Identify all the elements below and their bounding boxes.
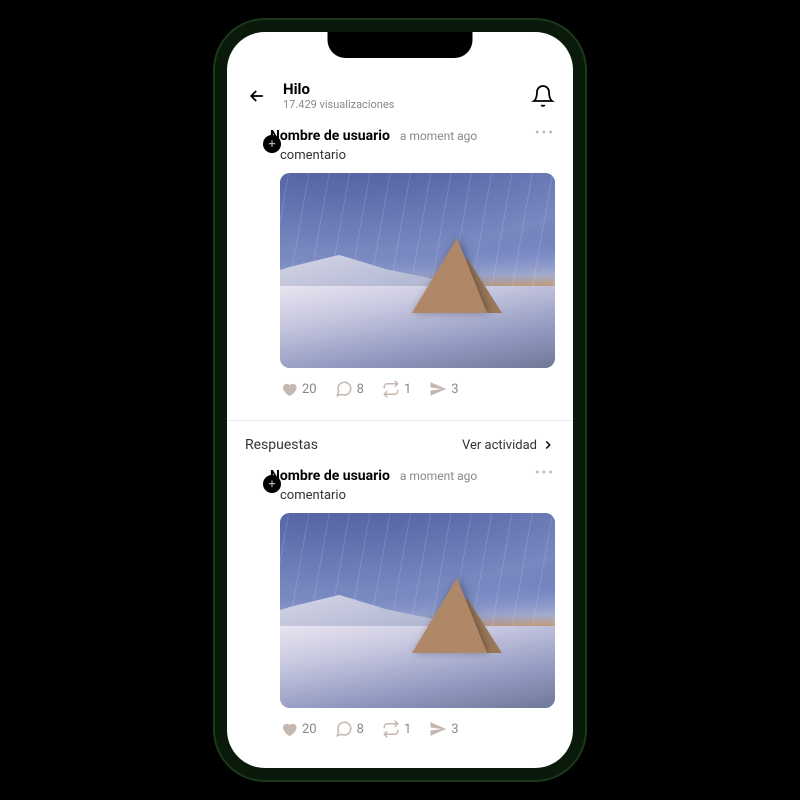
like-count: 20 [302,722,317,737]
divider [227,420,573,421]
notch [328,32,473,58]
comment-count: 8 [357,722,364,737]
plus-icon: + [268,478,275,491]
share-button[interactable]: 3 [429,720,458,738]
app-content: Hilo 17.429 visualizaciones Nombre de us… [227,32,573,768]
timestamp: a moment ago [400,469,477,483]
post-actions: 20 8 1 3 [280,708,555,744]
repost-icon [382,720,400,738]
heart-icon [280,720,298,738]
share-icon [429,380,447,398]
share-count: 3 [451,382,458,397]
like-button[interactable]: 20 [280,380,317,398]
add-avatar-button[interactable]: + [263,135,281,153]
post-menu[interactable]: ••• [535,465,555,481]
username[interactable]: Nombre de usuario [270,468,390,484]
view-activity-label: Ver actividad [462,438,537,453]
username[interactable]: Nombre de usuario [270,128,390,144]
reply-post: Nombre de usuario a moment ago ••• + com… [227,465,573,756]
post-text: comentario [280,148,555,163]
like-button[interactable]: 20 [280,720,317,738]
chevron-right-icon [541,438,555,452]
repost-count: 1 [404,382,411,397]
view-activity-button[interactable]: Ver actividad [462,438,555,453]
repost-button[interactable]: 1 [382,720,411,738]
comment-count: 8 [357,382,364,397]
replies-header: Respuestas Ver actividad [227,425,573,465]
post-menu[interactable]: ••• [535,125,555,141]
post-text: comentario [280,488,555,503]
timestamp: a moment ago [400,129,477,143]
comment-icon [335,720,353,738]
repost-count: 1 [404,722,411,737]
comment-button[interactable]: 8 [335,720,364,738]
comment-icon [335,380,353,398]
post: Nombre de usuario a moment ago ••• + com… [227,125,573,416]
post-header: Nombre de usuario a moment ago ••• + [245,125,555,144]
phone-frame: Hilo 17.429 visualizaciones Nombre de us… [215,20,585,780]
header-text: Hilo 17.429 visualizaciones [283,80,517,111]
screen: Hilo 17.429 visualizaciones Nombre de us… [227,32,573,768]
repost-button[interactable]: 1 [382,380,411,398]
post-image[interactable] [280,513,555,708]
add-avatar-button[interactable]: + [263,475,281,493]
share-icon [429,720,447,738]
like-count: 20 [302,382,317,397]
page-title: Hilo [283,80,517,98]
back-button[interactable] [245,84,269,108]
share-button[interactable]: 3 [429,380,458,398]
post-actions: 20 8 1 3 [280,368,555,404]
post-header: Nombre de usuario a moment ago ••• + [245,465,555,484]
bell-icon [531,84,555,108]
view-count: 17.429 visualizaciones [283,98,517,111]
replies-title: Respuestas [245,437,318,453]
arrow-left-icon [247,86,267,106]
post-body: comentario 20 8 [280,148,555,404]
heart-icon [280,380,298,398]
post-body: comentario 20 8 [280,488,555,744]
notifications-button[interactable] [531,84,555,108]
post-image[interactable] [280,173,555,368]
share-count: 3 [451,722,458,737]
comment-button[interactable]: 8 [335,380,364,398]
repost-icon [382,380,400,398]
plus-icon: + [268,138,275,151]
header: Hilo 17.429 visualizaciones [227,72,573,125]
